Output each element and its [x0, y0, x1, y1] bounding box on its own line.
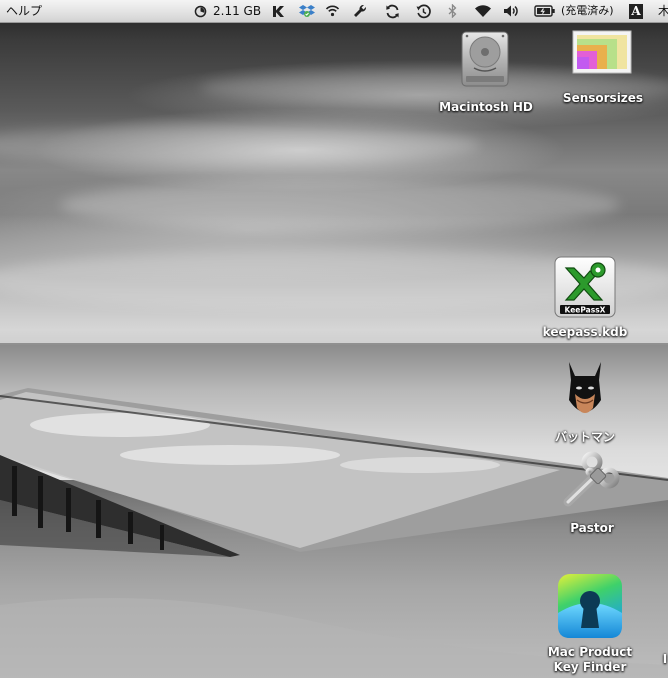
menu-bar: ヘルプ 2.11 GB (充電済み) A 木 [0, 0, 668, 23]
mac-product-key-finder-label-line2[interactable]: Key Finder [554, 660, 627, 674]
mac-product-key-finder-item[interactable] [557, 573, 623, 639]
batman-label[interactable]: バットマン [555, 430, 615, 444]
clipped-desktop-label[interactable]: I [663, 652, 667, 666]
sync-icon[interactable] [383, 0, 401, 22]
keepass-label[interactable]: keepass.kdb [543, 325, 628, 339]
batman-item[interactable] [563, 360, 607, 422]
hard-drive-icon [461, 31, 509, 87]
battery-icon[interactable] [533, 0, 557, 22]
input-menu-icon[interactable]: A [628, 0, 644, 22]
battery-status-text[interactable]: (充電済み) [561, 0, 614, 22]
pastor-key-icon [563, 451, 620, 507]
svg-text:KeePassX: KeePassX [565, 306, 606, 315]
memory-usage-text[interactable]: 2.11 GB [213, 0, 261, 22]
mac-product-key-finder-label-line1[interactable]: Mac Product [548, 645, 632, 659]
memory-monitor-icon[interactable] [192, 0, 208, 22]
k-app-icon[interactable] [270, 0, 286, 22]
dropbox-icon[interactable] [298, 0, 316, 22]
keyhole-app-icon [558, 574, 622, 638]
sensorsizes-label[interactable]: Sensorsizes [563, 91, 643, 105]
input-menu-label: A [629, 3, 643, 19]
volume-icon[interactable] [502, 0, 520, 22]
broadcast-icon[interactable] [323, 0, 341, 22]
image-file-icon [572, 30, 632, 74]
help-menu[interactable]: ヘルプ [6, 0, 42, 22]
sensorsizes-item[interactable] [572, 30, 634, 76]
pastor-label[interactable]: Pastor [570, 521, 614, 535]
keepass-item[interactable]: KeePassX [553, 256, 617, 318]
clipped-menubar-item[interactable]: 木 [658, 0, 668, 22]
macintosh-hd-item[interactable] [456, 30, 516, 90]
time-machine-icon[interactable] [414, 0, 432, 22]
batman-icon [569, 362, 601, 413]
bluetooth-icon[interactable] [446, 0, 458, 22]
wrench-icon[interactable] [352, 0, 368, 22]
wifi-icon[interactable] [473, 0, 493, 22]
pastor-item[interactable] [562, 450, 624, 512]
macintosh-hd-label[interactable]: Macintosh HD [439, 100, 533, 114]
keepassx-icon: KeePassX [554, 256, 616, 318]
